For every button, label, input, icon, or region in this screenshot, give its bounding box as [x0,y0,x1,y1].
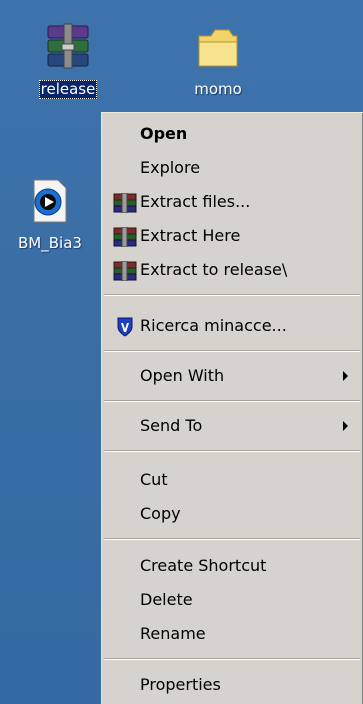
shield-icon [117,317,133,337]
menu-item-open[interactable]: Open [102,117,363,151]
menu-item-label: Copy [140,504,181,523]
menu-item-extract-to[interactable]: Extract to release\ [102,253,363,287]
menu-item-ricerca-minacce[interactable]: Ricerca minacce... [102,309,363,343]
folder-icon [198,29,238,67]
menu-item-delete[interactable]: Delete [102,583,363,617]
submenu-arrow-icon [343,371,348,381]
context-menu: Open Explore Extract files... Extract He… [101,112,363,704]
menu-item-create-shortcut[interactable]: Create Shortcut [102,549,363,583]
menu-item-rename[interactable]: Rename [102,617,363,651]
desktop-icon-label: BM_Bia3 [18,234,82,252]
menu-item-label: Open With [140,366,225,385]
menu-item-extract-here[interactable]: Extract Here [102,219,363,253]
winrar-icon [113,261,137,281]
winrar-archive-icon [47,23,89,69]
menu-item-label: Explore [140,158,201,177]
desktop-icon-bm-bia3[interactable]: BM_Bia3 [16,176,108,253]
menu-item-label: Properties [140,675,221,694]
menu-separator [104,450,360,452]
submenu-arrow-icon [343,421,348,431]
menu-item-label: Extract files... [140,192,251,211]
menu-separator [104,294,360,296]
winrar-icon [113,227,137,247]
menu-item-label: Ricerca minacce... [140,316,287,335]
menu-item-label: Extract to release\ [140,260,288,279]
menu-item-label: Send To [140,416,203,435]
menu-item-properties[interactable]: Properties [102,668,363,702]
menu-item-open-with[interactable]: Open With [102,359,363,393]
winrar-icon [113,193,137,213]
menu-separator [104,658,360,660]
desktop-icon-label: release [38,80,98,99]
menu-item-copy[interactable]: Copy [102,497,363,531]
desktop-icon-label: momo [194,80,242,98]
menu-separator [104,350,360,352]
menu-item-explore[interactable]: Explore [102,151,363,185]
menu-item-label: Delete [140,590,193,609]
menu-item-send-to[interactable]: Send To [102,409,363,443]
menu-separator [104,400,360,402]
menu-item-label: Cut [140,470,168,489]
desktop[interactable]: release momo BM_Bia3 Open Explore Extrac… [0,0,363,704]
menu-item-cut[interactable]: Cut [102,463,363,497]
menu-item-extract-files[interactable]: Extract files... [102,185,363,219]
menu-separator [104,538,360,540]
menu-item-label: Rename [140,624,206,643]
menu-item-label: Extract Here [140,226,241,245]
desktop-icon-release[interactable]: release [22,22,114,99]
menu-item-label: Create Shortcut [140,556,267,575]
menu-item-label: Open [140,124,188,143]
media-file-icon [33,179,67,223]
desktop-icon-momo[interactable]: momo [172,22,264,99]
